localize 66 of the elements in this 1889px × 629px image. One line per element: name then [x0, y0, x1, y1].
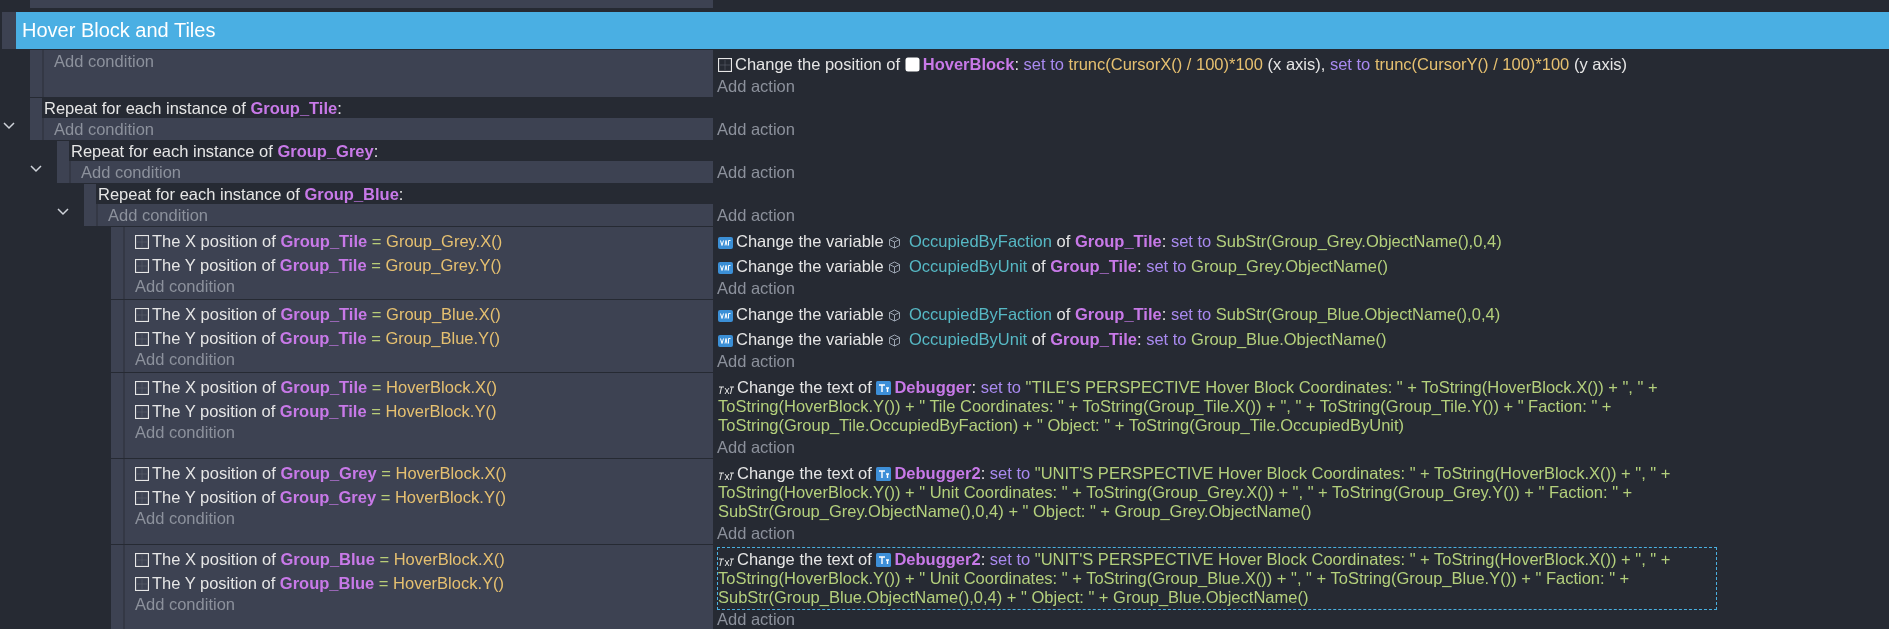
- italic-t-icon: [718, 469, 734, 481]
- square-grid-icon: [135, 235, 149, 249]
- action[interactable]: Change the text of Debugger2: set to "UNIT'S PERSPECTIVE Hover Block Coordinates: " + ToString(HoverBlock.X()) + ", " + ToString(HoverBlock.Y()) + " Unit Coordinates: " + ToString(Group_Grey.X()) + ", " + ToString(Group_Grey.Y()) + " Faction: " + SubStr(Group_Grey.ObjectName(),0,4) + " Object: " + Group_Grey.ObjectName(): [717, 461, 1717, 524]
- drag-handle[interactable]: [84, 184, 96, 226]
- text-object-icon: [876, 467, 892, 481]
- add-action-link[interactable]: Add action: [717, 438, 1889, 456]
- chevron-down-icon[interactable]: [3, 122, 15, 130]
- action[interactable]: Change the variable OccupiedByFaction of Group_Tile: set to SubStr(Group_Blue.ObjectName(),0,4): [717, 302, 1717, 327]
- cube-icon: [888, 236, 902, 249]
- condition[interactable]: The Y position of Group_Tile = HoverBlock.Y(): [135, 399, 713, 423]
- condition[interactable]: The Y position of Group_Grey = HoverBlock.Y(): [135, 485, 713, 509]
- condition[interactable]: The X position of Group_Tile = Group_Grey.X(): [135, 229, 713, 253]
- cube-icon: [888, 261, 902, 274]
- square-grid-icon: [135, 491, 149, 505]
- chevron-down-icon[interactable]: [57, 208, 69, 216]
- drag-handle[interactable]: [111, 373, 123, 458]
- variable-icon: [718, 262, 733, 274]
- drag-handle[interactable]: [111, 227, 123, 299]
- add-action-link[interactable]: Add action: [717, 279, 1889, 297]
- drag-handle[interactable]: [30, 98, 42, 140]
- action[interactable]: Change the text of Debugger: set to "TILE'S PERSPECTIVE Hover Block Coordinates: " + ToString(HoverBlock.X()) + ", " + ToString(HoverBlock.Y()) + " Tile Coordinates: " + ToString(Group_Tile.X()) + ", " + ToString(Group_Tile.Y()) + " Faction: " + ToString(Group_Tile.OccupiedByFaction) + " Object: " + ToString(Group_Tile.OccupiedByUnit): [717, 375, 1717, 438]
- add-action-link[interactable]: Add action: [717, 524, 1889, 542]
- square-grid-icon: [135, 308, 149, 322]
- condition[interactable]: The Y position of Group_Tile = Group_Grey.Y(): [135, 253, 713, 277]
- add-action-link[interactable]: Add action: [717, 163, 1889, 181]
- drag-handle[interactable]: [111, 459, 123, 544]
- drag-handle[interactable]: [30, 50, 42, 97]
- drag-handle[interactable]: [57, 141, 69, 183]
- drag-handle[interactable]: [111, 545, 123, 629]
- square-grid-icon: [135, 577, 149, 591]
- condition[interactable]: The X position of Group_Tile = Group_Blue.X(): [135, 302, 713, 326]
- square-grid-icon: [135, 405, 149, 419]
- drag-handle[interactable]: [111, 300, 123, 372]
- condition[interactable]: The X position of Group_Tile = HoverBlock.X(): [135, 375, 713, 399]
- cube-icon: [888, 309, 902, 322]
- square-grid-icon: [135, 332, 149, 346]
- action[interactable]: Change the variable OccupiedByUnit of Group_Tile: set to Group_Grey.ObjectName(): [717, 254, 1717, 279]
- square-grid-icon: [135, 381, 149, 395]
- text-object-icon: [876, 553, 892, 567]
- add-action-link[interactable]: Add action: [717, 120, 1889, 138]
- italic-t-icon: [718, 555, 734, 567]
- drag-handle[interactable]: [2, 12, 16, 49]
- action[interactable]: Change the text of Debugger2: set to "UNIT'S PERSPECTIVE Hover Block Coordinates: " + ToString(HoverBlock.X()) + ", " + ToString(HoverBlock.Y()) + " Unit Coordinates: " + ToString(Group_Blue.X()) + ", " + ToString(Group_Blue.Y()) + " Faction: " + SubStr(Group_Blue.ObjectName(),0,4) + " Object: " + Group_Blue.ObjectName(): [717, 547, 1717, 610]
- variable-icon: [718, 310, 733, 322]
- chevron-down-icon[interactable]: [30, 165, 42, 173]
- action[interactable]: Change the variable OccupiedByFaction of Group_Tile: set to SubStr(Group_Grey.ObjectName(),0,4): [717, 229, 1717, 254]
- square-grid-icon: [135, 259, 149, 273]
- condition[interactable]: The X position of Group_Blue = HoverBlock.X(): [135, 547, 713, 571]
- add-action-link[interactable]: Add action: [717, 77, 1889, 95]
- variable-icon: [718, 335, 733, 347]
- italic-t-icon: [718, 383, 734, 395]
- square-object-icon: [904, 57, 920, 72]
- text-object-icon: [876, 381, 892, 395]
- condition[interactable]: The Y position of Group_Blue = HoverBlock.Y(): [135, 571, 713, 595]
- cube-icon: [888, 334, 902, 347]
- add-action-link[interactable]: Add action: [717, 206, 1889, 224]
- action[interactable]: Change the position of HoverBlock: set to trunc(CursorX() / 100)*100 (x axis), set to trunc(CursorY() / 100)*100 (y axis): [717, 52, 1717, 77]
- square-grid-icon: [718, 58, 732, 72]
- square-grid-icon: [135, 467, 149, 481]
- add-action-link[interactable]: Add action: [717, 610, 1889, 628]
- condition[interactable]: The Y position of Group_Tile = Group_Blue.Y(): [135, 326, 713, 350]
- variable-icon: [718, 237, 733, 249]
- condition[interactable]: The X position of Group_Grey = HoverBlock.X(): [135, 461, 713, 485]
- square-grid-icon: [135, 553, 149, 567]
- action[interactable]: Change the variable OccupiedByUnit of Group_Tile: set to Group_Blue.ObjectName(): [717, 327, 1717, 352]
- add-action-link[interactable]: Add action: [717, 352, 1889, 370]
